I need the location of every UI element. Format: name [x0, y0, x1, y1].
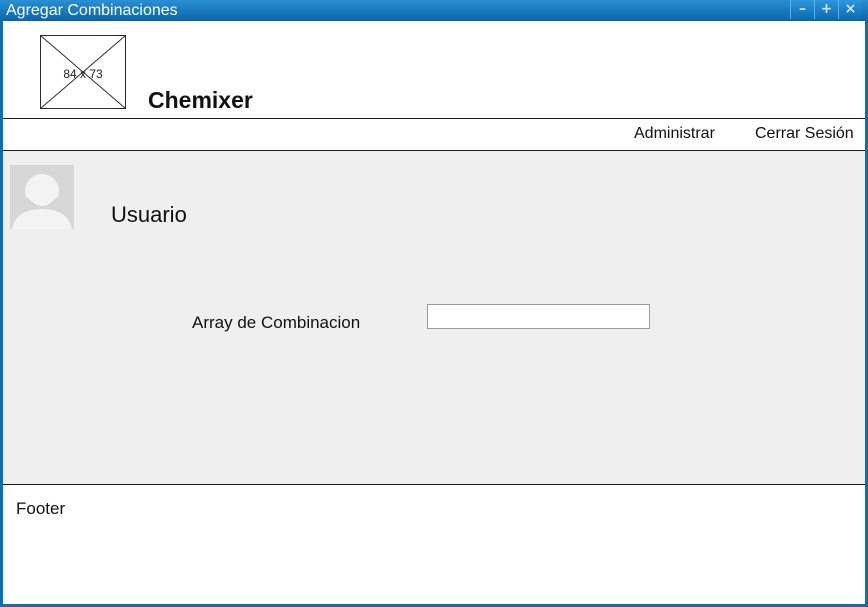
- app-window: Agregar Combinaciones – + × 84 x 73 Chem…: [0, 0, 868, 607]
- page-footer: Footer: [3, 486, 865, 604]
- logo-size-label: 84 x 73: [63, 67, 103, 81]
- combination-array-input[interactable]: [427, 304, 650, 329]
- username-label: Usuario: [111, 202, 187, 227]
- window-title: Agregar Combinaciones: [6, 2, 178, 19]
- nav-bar: Administrar Cerrar Sesión: [3, 119, 865, 151]
- main-panel: Usuario Array de Combinacion: [3, 151, 865, 485]
- nav-item-cerrar-sesion[interactable]: Cerrar Sesión: [755, 125, 854, 143]
- close-button[interactable]: ×: [838, 0, 862, 19]
- logo-placeholder: 84 x 73: [40, 35, 126, 109]
- minimize-button[interactable]: –: [790, 0, 814, 19]
- user-placeholder-icon: [10, 165, 74, 229]
- title-bar[interactable]: Agregar Combinaciones – + ×: [0, 0, 868, 21]
- window-content: 84 x 73 Chemixer Administrar Cerrar Sesi…: [3, 21, 865, 604]
- page-header: 84 x 73 Chemixer: [3, 21, 865, 119]
- nav-item-administrar[interactable]: Administrar: [634, 125, 715, 143]
- maximize-button[interactable]: +: [814, 0, 838, 19]
- footer-text: Footer: [16, 499, 66, 518]
- avatar: [10, 165, 74, 229]
- combination-array-label: Array de Combinacion: [192, 313, 361, 332]
- app-name: Chemixer: [148, 87, 253, 113]
